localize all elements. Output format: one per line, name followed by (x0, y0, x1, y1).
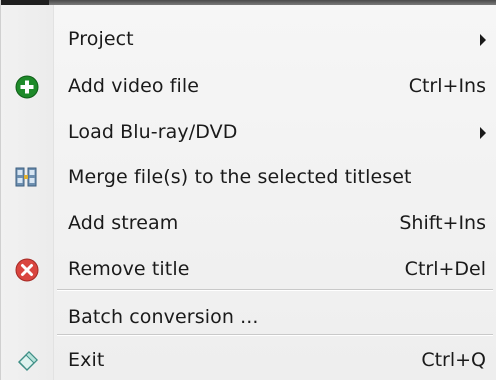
menu-item-shortcut: Ctrl+Q (421, 349, 486, 371)
menu-item-remove-title[interactable]: Remove title Ctrl+Del (1, 249, 496, 289)
menu-item-shortcut: Shift+Ins (399, 212, 486, 234)
menu-item-batch-conversion[interactable]: Batch conversion ... (1, 297, 496, 337)
merge-film-icon (15, 167, 37, 187)
submenu-arrow-icon (480, 127, 486, 139)
menu-separator (57, 289, 493, 291)
menu-item-label: Project (68, 28, 134, 50)
menu-top-border (1, 0, 496, 5)
menu-item-label: Exit (68, 349, 105, 371)
menu-item-label: Add stream (68, 212, 179, 234)
menu-item-merge-files[interactable]: Merge file(s) to the selected titleset (1, 157, 496, 197)
menu-item-load-bluray-dvd[interactable]: Load Blu-ray/DVD (1, 112, 496, 152)
menu-item-shortcut: Ctrl+Del (404, 258, 486, 280)
menu-item-add-stream[interactable]: Add stream Shift+Ins (1, 203, 496, 243)
menu-item-label: Batch conversion ... (68, 306, 259, 328)
menu-item-project[interactable]: Project (1, 19, 496, 59)
menu-item-exit[interactable]: Exit Ctrl+Q (1, 340, 496, 380)
context-menu: Project Add video file Ctrl+Ins Load Blu… (0, 0, 496, 380)
menu-item-add-video-file[interactable]: Add video file Ctrl+Ins (1, 66, 496, 106)
menu-item-label: Remove title (68, 258, 190, 280)
submenu-arrow-icon (480, 34, 486, 46)
menu-item-label: Add video file (68, 75, 200, 97)
menu-item-label: Load Blu-ray/DVD (68, 121, 238, 143)
remove-red-circle-icon (15, 258, 39, 282)
exit-eraser-icon (18, 351, 38, 371)
menu-separator (57, 334, 493, 336)
menu-item-label: Merge file(s) to the selected titleset (68, 166, 412, 188)
menu-item-shortcut: Ctrl+Ins (408, 75, 486, 97)
add-green-circle-icon (15, 75, 39, 99)
